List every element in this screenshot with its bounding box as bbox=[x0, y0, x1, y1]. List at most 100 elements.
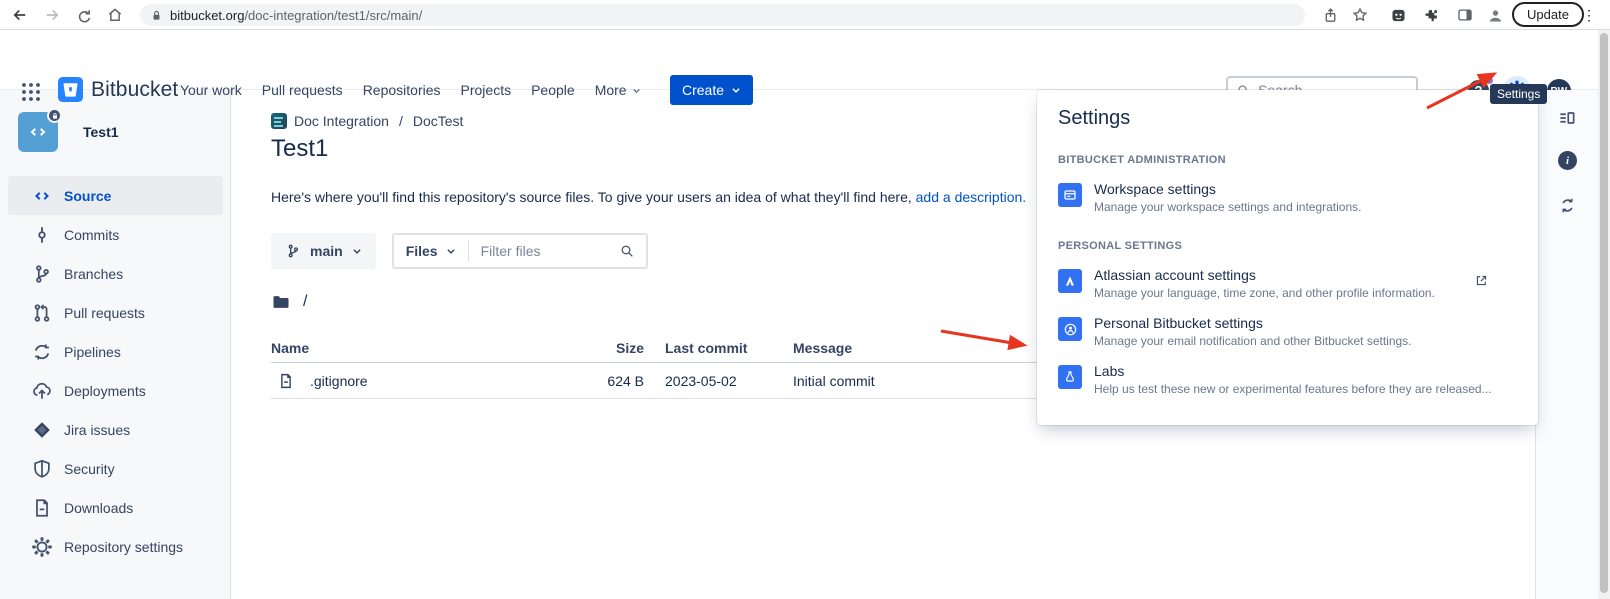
settings-tooltip: Settings bbox=[1490, 84, 1547, 104]
sidebar-item-branches[interactable]: Branches bbox=[8, 254, 223, 293]
share-icon[interactable] bbox=[1318, 3, 1342, 27]
col-header-last-commit[interactable]: Last commit bbox=[665, 340, 772, 356]
chevron-down-icon bbox=[632, 86, 641, 95]
breadcrumb: Doc Integration / DocTest bbox=[271, 113, 463, 129]
browser-toolbar: bitbucket.org/doc-integration/test1/src/… bbox=[0, 0, 1610, 30]
sidebar-item-commits[interactable]: Commits bbox=[8, 215, 223, 254]
file-icon bbox=[277, 372, 295, 390]
external-link-icon bbox=[1474, 273, 1489, 288]
file-filter-group: Files bbox=[392, 233, 648, 269]
browser-update-button[interactable]: Update bbox=[1512, 2, 1584, 27]
section-personal-settings: PERSONAL SETTINGS bbox=[1058, 240, 1517, 252]
scrollbar-thumb[interactable] bbox=[1600, 33, 1608, 593]
https-lock-icon bbox=[150, 9, 163, 22]
nav-pull-requests[interactable]: Pull requests bbox=[252, 82, 353, 98]
branch-selector[interactable]: main bbox=[271, 233, 376, 269]
puzzle-extensions-icon[interactable] bbox=[1420, 3, 1444, 27]
repo-card[interactable]: Test1 bbox=[18, 112, 119, 152]
shield-icon bbox=[30, 457, 54, 481]
sidebar-item-deployments[interactable]: Deployments bbox=[8, 371, 223, 410]
page-title: Test1 bbox=[271, 135, 328, 163]
code-icon bbox=[30, 184, 54, 208]
sidebar-item-jira-issues[interactable]: Jira issues bbox=[8, 410, 223, 449]
files-dropdown[interactable]: Files bbox=[394, 235, 468, 267]
nav-your-work[interactable]: Your work bbox=[170, 82, 252, 98]
url-path: /doc-integration/test1/src/main/ bbox=[244, 8, 422, 23]
downloads-icon bbox=[30, 496, 54, 520]
extension-icon[interactable] bbox=[1386, 3, 1410, 27]
browser-reload-icon[interactable] bbox=[72, 3, 96, 27]
menu-item-title[interactable]: Personal Bitbucket settings bbox=[1094, 315, 1412, 331]
menu-item-title[interactable]: Workspace settings bbox=[1094, 181, 1362, 197]
bookmark-star-icon[interactable] bbox=[1348, 3, 1372, 27]
browser-forward-icon[interactable] bbox=[40, 3, 64, 27]
person-icon bbox=[1058, 317, 1082, 341]
nav-people[interactable]: People bbox=[521, 82, 585, 98]
deployments-icon bbox=[30, 379, 54, 403]
file-size: 624 B bbox=[551, 373, 644, 389]
flask-icon bbox=[1058, 365, 1082, 389]
workspace-icon bbox=[1058, 183, 1082, 207]
menu-item-workspace-settings[interactable]: Workspace settings Manage your workspace… bbox=[1058, 181, 1517, 214]
pipelines-icon bbox=[30, 340, 54, 364]
info-icon[interactable]: i bbox=[1558, 151, 1577, 170]
browser-home-icon[interactable] bbox=[103, 3, 127, 27]
atlassian-icon bbox=[1058, 269, 1082, 293]
bitbucket-mark-icon bbox=[58, 77, 83, 102]
menu-item-labs[interactable]: Labs Help us test these new or experimen… bbox=[1058, 363, 1517, 396]
path-label[interactable]: / bbox=[303, 293, 307, 311]
menu-item-description: Manage your workspace settings and integ… bbox=[1094, 200, 1362, 214]
repo-name: Test1 bbox=[83, 124, 119, 140]
app-header: Bitbucket Your work Pull requests Reposi… bbox=[0, 30, 1610, 90]
repo-avatar bbox=[18, 112, 58, 152]
private-lock-icon bbox=[47, 108, 62, 123]
col-header-size[interactable]: Size bbox=[551, 340, 644, 356]
repo-sidebar: Test1 Source Commits Branches Pull reque… bbox=[0, 90, 231, 599]
browser-menu-icon[interactable]: ⋮ bbox=[1582, 3, 1596, 27]
breadcrumb-workspace[interactable]: Doc Integration bbox=[294, 113, 389, 129]
app-switcher-icon[interactable] bbox=[18, 79, 44, 105]
folder-icon bbox=[271, 292, 291, 312]
browser-back-icon[interactable] bbox=[8, 3, 32, 27]
create-button[interactable]: Create bbox=[670, 75, 753, 105]
bitbucket-logo[interactable]: Bitbucket bbox=[58, 77, 178, 102]
project-avatar-icon bbox=[271, 113, 287, 129]
details-panel-icon[interactable] bbox=[1555, 106, 1579, 130]
nav-more[interactable]: More bbox=[585, 82, 651, 98]
sidebar-item-pipelines[interactable]: Pipelines bbox=[8, 332, 223, 371]
file-name-link[interactable]: .gitignore bbox=[310, 373, 368, 389]
filter-files-input[interactable] bbox=[469, 243, 619, 259]
bitbucket-repository-page: bitbucket.org/doc-integration/test1/src/… bbox=[0, 0, 1610, 599]
menu-item-description: Help us test these new or experimental f… bbox=[1094, 382, 1492, 396]
menu-item-personal-bitbucket-settings[interactable]: Personal Bitbucket settings Manage your … bbox=[1058, 315, 1517, 348]
menu-item-title[interactable]: Atlassian account settings bbox=[1094, 267, 1435, 283]
side-panel-icon[interactable] bbox=[1453, 3, 1477, 27]
sidebar-item-downloads[interactable]: Downloads bbox=[8, 488, 223, 527]
current-path: / bbox=[271, 292, 307, 312]
sidebar-item-repository-settings[interactable]: Repository settings bbox=[8, 527, 223, 566]
sidebar-item-security[interactable]: Security bbox=[8, 449, 223, 488]
sidebar-nav: Source Commits Branches Pull requests Pi… bbox=[0, 176, 231, 566]
address-bar[interactable]: bitbucket.org/doc-integration/test1/src/… bbox=[140, 4, 1305, 26]
breadcrumb-project[interactable]: DocTest bbox=[413, 113, 464, 129]
add-description-link[interactable]: add a description. bbox=[916, 189, 1027, 205]
menu-item-atlassian-account-settings[interactable]: Atlassian account settings Manage your l… bbox=[1058, 267, 1517, 300]
chevron-down-icon bbox=[446, 246, 456, 256]
menu-item-title[interactable]: Labs bbox=[1094, 363, 1492, 379]
sidebar-item-source[interactable]: Source bbox=[8, 176, 223, 215]
col-header-name[interactable]: Name bbox=[271, 340, 551, 356]
sidebar-item-pull-requests[interactable]: Pull requests bbox=[8, 293, 223, 332]
file-last-commit[interactable]: 2023-05-02 bbox=[665, 373, 772, 389]
menu-item-description: Manage your language, time zone, and oth… bbox=[1094, 286, 1435, 300]
sync-icon[interactable] bbox=[1555, 193, 1579, 217]
gear-icon bbox=[30, 535, 54, 559]
nav-projects[interactable]: Projects bbox=[451, 82, 522, 98]
browser-profile-icon[interactable] bbox=[1483, 3, 1507, 27]
pull-request-icon bbox=[30, 301, 54, 325]
primary-nav: Your work Pull requests Repositories Pro… bbox=[170, 75, 651, 105]
branch-icon bbox=[30, 262, 54, 286]
nav-repositories[interactable]: Repositories bbox=[353, 82, 451, 98]
source-toolbar: main Files bbox=[271, 233, 648, 269]
url-domain: bitbucket.org bbox=[170, 8, 244, 23]
page-scrollbar[interactable] bbox=[1598, 30, 1610, 599]
